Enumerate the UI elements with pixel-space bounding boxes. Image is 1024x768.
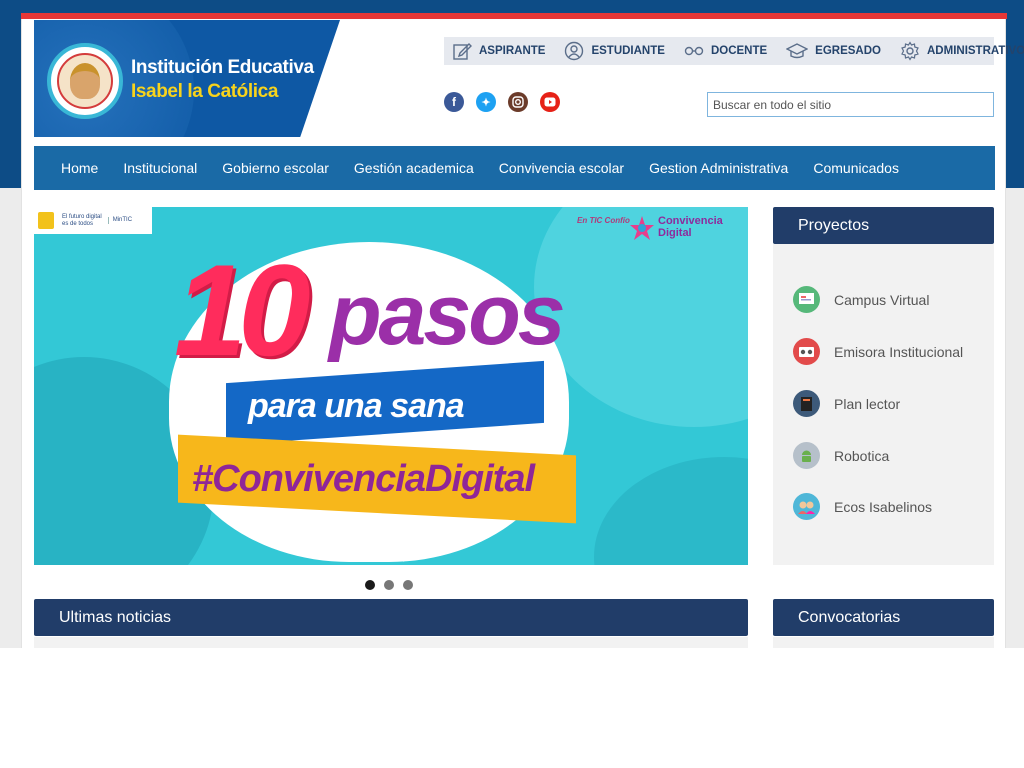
main-navigation: Home Institucional Gobierno escolar Gest… — [34, 146, 995, 190]
slider-dot-3[interactable] — [403, 580, 413, 590]
role-aspirante[interactable]: ASPIRANTE — [452, 41, 545, 61]
role-egresado[interactable]: EGRESADO — [786, 41, 881, 61]
nav-item-convivencia-escolar[interactable]: Convivencia escolar — [499, 160, 624, 176]
user-icon — [565, 41, 584, 61]
project-ecos-isabelinos[interactable]: Ecos Isabelinos — [793, 493, 932, 520]
slide-word: pasos — [329, 267, 566, 363]
graduation-cap-icon — [786, 43, 809, 59]
android-icon — [793, 442, 820, 469]
nav-item-comunicados[interactable]: Comunicados — [813, 160, 899, 176]
role-estudiante[interactable]: ESTUDIANTE — [564, 41, 665, 61]
role-label: ADMINISTRATIVO — [927, 45, 1024, 57]
glasses-icon — [684, 46, 704, 56]
slider-dot-2[interactable] — [384, 580, 394, 590]
star-logo-icon — [630, 216, 654, 240]
nav-item-gestion-administrativa[interactable]: Gestion Administrativa — [649, 160, 788, 176]
role-label: ASPIRANTE — [479, 45, 546, 57]
campus-icon — [793, 286, 820, 313]
institution-name-line1: Institución Educativa — [131, 57, 314, 78]
project-campus-virtual[interactable]: Campus Virtual — [793, 286, 929, 313]
nav-item-home[interactable]: Home — [61, 160, 98, 176]
facebook-icon[interactable]: f — [444, 92, 464, 112]
project-label: Robotica — [834, 447, 890, 464]
book-icon — [793, 390, 820, 417]
nav-item-gobierno-escolar[interactable]: Gobierno escolar — [222, 160, 329, 176]
slider-pagination — [365, 580, 422, 590]
institution-name-line2: Isabel la Católica — [131, 81, 278, 102]
calls-section-body — [773, 637, 994, 648]
project-plan-lector[interactable]: Plan lector — [793, 390, 900, 417]
project-label: Plan lector — [834, 395, 901, 412]
slide-subtitle: para una sana — [248, 387, 465, 425]
role-docente[interactable]: DOCENTE — [684, 41, 767, 61]
nav-item-institucional[interactable]: Institucional — [123, 160, 197, 176]
nav-item-gestion-academica[interactable]: Gestión academica — [354, 160, 474, 176]
project-emisora-institucional[interactable]: Emisora Institucional — [793, 338, 963, 365]
gear-icon — [901, 41, 919, 61]
role-label: DOCENTE — [710, 45, 768, 57]
youtube-icon[interactable] — [540, 92, 560, 112]
colombia-shield-icon — [38, 212, 54, 229]
project-label: Campus Virtual — [834, 291, 930, 308]
project-label: Emisora Institucional — [834, 343, 964, 360]
edit-icon — [453, 43, 472, 60]
mintic-logo: El futuro digital es de todos MinTIC — [34, 207, 152, 234]
slide-number: 10 — [174, 237, 311, 383]
convivencia-digital-logo: Convivencia Digital — [629, 215, 723, 241]
role-label: EGRESADO — [815, 45, 881, 57]
role-access-bar: ASPIRANTE ESTUDIANTE DOCENTE EGRESADO AD… — [444, 37, 1024, 65]
news-section-body — [34, 637, 748, 648]
projects-panel-title: Proyectos — [773, 207, 994, 244]
en-tic-confio-logo: En TIC Confío — [577, 216, 630, 225]
project-label: Ecos Isabelinos — [834, 498, 933, 515]
calls-section-title: Convocatorias — [773, 599, 994, 636]
news-section-title: Ultimas noticias — [34, 599, 748, 636]
role-label: ESTUDIANTE — [591, 45, 665, 57]
twitter-icon[interactable]: ✦ — [476, 92, 496, 112]
role-administrativo[interactable]: ADMINISTRATIVO — [900, 41, 1024, 61]
instagram-icon[interactable] — [508, 92, 528, 112]
search-input[interactable] — [707, 92, 994, 117]
hero-slider[interactable]: El futuro digital es de todos MinTIC En … — [34, 207, 748, 565]
institution-seal-icon — [47, 43, 123, 119]
radio-icon — [793, 338, 820, 365]
people-icon — [793, 493, 820, 520]
slider-dot-1[interactable] — [365, 580, 375, 590]
institution-logo-block[interactable]: Institución Educativa Isabel la Católica — [34, 20, 340, 137]
project-robotica[interactable]: Robotica — [793, 442, 889, 469]
slide-hashtag: #ConvivenciaDigital — [192, 458, 535, 500]
top-accent-bar — [21, 13, 1007, 19]
